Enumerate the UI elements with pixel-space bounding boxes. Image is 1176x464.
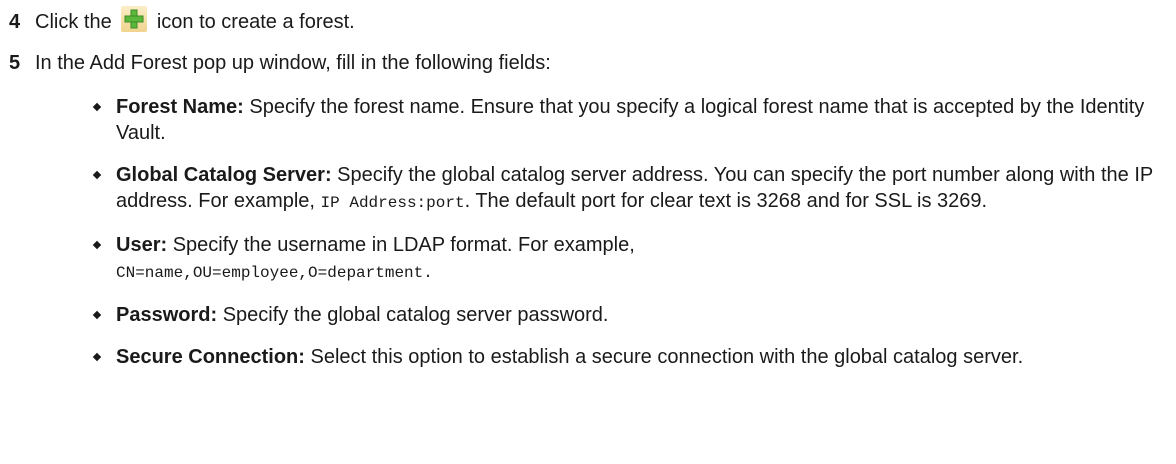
list-item-password: Password: Specify the global catalog ser… — [90, 302, 1158, 328]
list-item-user: User: Specify the username in LDAP forma… — [90, 232, 1158, 286]
field-list: Forest Name: Specify the forest name. En… — [90, 94, 1158, 386]
bullet-icon — [92, 310, 102, 320]
field-code: IP Address:port — [320, 194, 465, 212]
field-code: CN=name,OU=employee,O=department. — [116, 264, 433, 282]
list-item-global-catalog-server: Global Catalog Server: Specify the globa… — [90, 162, 1158, 216]
bullet-icon — [92, 240, 102, 250]
step-4: 4 Click the icon to create a forest. — [9, 6, 1166, 35]
green-plus-icon — [121, 6, 148, 32]
step-text-after: icon to create a forest. — [156, 11, 355, 33]
field-term: Forest Name: — [116, 96, 244, 118]
step-number: 5 — [9, 52, 21, 74]
field-desc-after: . The default port for clear text is 326… — [464, 190, 988, 212]
bullet-icon — [92, 102, 102, 112]
field-desc: Specify the forest name. Ensure that you… — [116, 96, 1145, 144]
field-term: User: — [116, 234, 168, 256]
field-desc: Specify the global catalog server passwo… — [217, 304, 609, 326]
list-item-forest-name: Forest Name: Specify the forest name. En… — [90, 94, 1158, 146]
field-desc: Specify the username in LDAP format. For… — [167, 234, 635, 256]
step-text: In the Add Forest pop up window, fill in… — [35, 52, 551, 74]
step-5: 5 In the Add Forest pop up window, fill i… — [9, 50, 1166, 76]
bullet-icon — [92, 170, 102, 180]
field-desc: Select this option to establish a secure… — [304, 346, 1024, 368]
bullet-icon — [92, 352, 102, 362]
step-text-before: Click the — [35, 11, 112, 33]
list-item-secure-connection: Secure Connection: Select this option to… — [90, 344, 1158, 370]
field-term: Global Catalog Server: — [116, 164, 332, 186]
field-term: Password: — [116, 304, 218, 326]
step-number: 4 — [9, 11, 21, 33]
field-term: Secure Connection: — [116, 346, 305, 368]
